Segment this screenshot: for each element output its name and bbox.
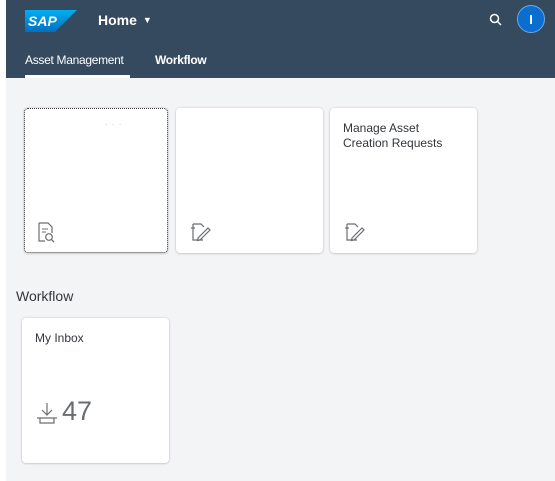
tab-workflow[interactable]: Workflow <box>155 48 207 78</box>
kpi-block: 47 <box>36 398 92 425</box>
user-avatar[interactable]: I <box>517 5 545 33</box>
tab-asset-management[interactable]: Asset Management <box>25 48 130 78</box>
inbox-count: 47 <box>62 396 93 426</box>
shell-bar: SAP Home ▼ I Asset Management Workflow <box>6 0 555 78</box>
search-icon[interactable] <box>487 11 505 29</box>
app-tile-2[interactable] <box>176 108 323 253</box>
section-title-workflow: Workflow <box>16 288 74 304</box>
caret-down-icon: ▼ <box>142 15 152 25</box>
tile-title: Manage Asset Creation Requests <box>343 121 443 150</box>
tile-title: My Inbox <box>35 331 84 345</box>
edit-document-icon <box>191 223 211 242</box>
sap-logo[interactable]: SAP <box>25 10 77 32</box>
launchpad-content: · · · Manage Asset Creation Requests Wor… <box>6 78 555 481</box>
search-document-icon <box>38 222 55 243</box>
app-tile-my-inbox[interactable]: My Inbox 47 <box>22 318 169 463</box>
home-label: Home <box>98 12 137 28</box>
loading-placeholder: · · · <box>105 120 123 129</box>
anchor-navigation-bar: Asset Management Workflow <box>6 48 207 78</box>
logo-text: SAP <box>28 13 57 29</box>
app-tile-1[interactable]: · · · <box>24 108 168 253</box>
home-menu-button[interactable]: Home ▼ <box>98 11 152 29</box>
app-tile-manage-asset-creation-requests[interactable]: Manage Asset Creation Requests <box>330 108 477 253</box>
tab-asset-management-label: Asset Management <box>25 53 124 67</box>
tab-workflow-label: Workflow <box>155 53 207 67</box>
download-tray-icon <box>37 403 57 424</box>
edit-document-icon <box>345 223 365 242</box>
avatar-initials: I <box>529 11 533 27</box>
